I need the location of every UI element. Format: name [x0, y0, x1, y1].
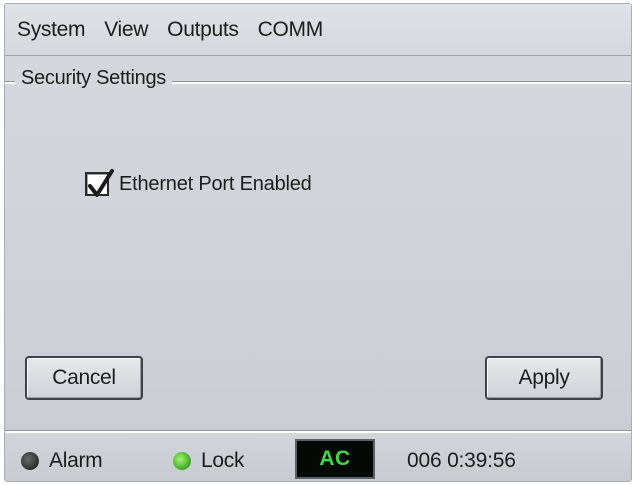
checkmark-icon	[88, 169, 114, 197]
lock-led-icon	[173, 452, 191, 470]
device-screen: System View Outputs COMM Security Settin…	[4, 3, 632, 482]
status-bar: Alarm Lock AC 006 0:39:56	[5, 431, 631, 481]
menu-comm[interactable]: COMM	[258, 18, 332, 42]
menu-system[interactable]: System	[17, 18, 94, 42]
ethernet-port-label: Ethernet Port Enabled	[119, 172, 312, 195]
cancel-button[interactable]: Cancel	[25, 356, 143, 400]
time-readout: 006 0:39:56	[407, 449, 516, 472]
power-indicator-text: AC	[319, 447, 351, 470]
menu-outputs[interactable]: Outputs	[167, 18, 247, 42]
lock-label: Lock	[201, 449, 245, 472]
alarm-led-icon	[21, 452, 39, 470]
menu-bar: System View Outputs COMM	[5, 4, 631, 56]
section-title: Security Settings	[15, 67, 172, 90]
alarm-label: Alarm	[49, 449, 103, 472]
ethernet-port-toggle[interactable]: Ethernet Port Enabled	[85, 169, 312, 197]
menu-view[interactable]: View	[104, 18, 157, 42]
power-indicator: AC	[295, 439, 375, 479]
apply-button[interactable]: Apply	[485, 356, 603, 400]
ethernet-port-checkbox[interactable]	[85, 169, 114, 197]
